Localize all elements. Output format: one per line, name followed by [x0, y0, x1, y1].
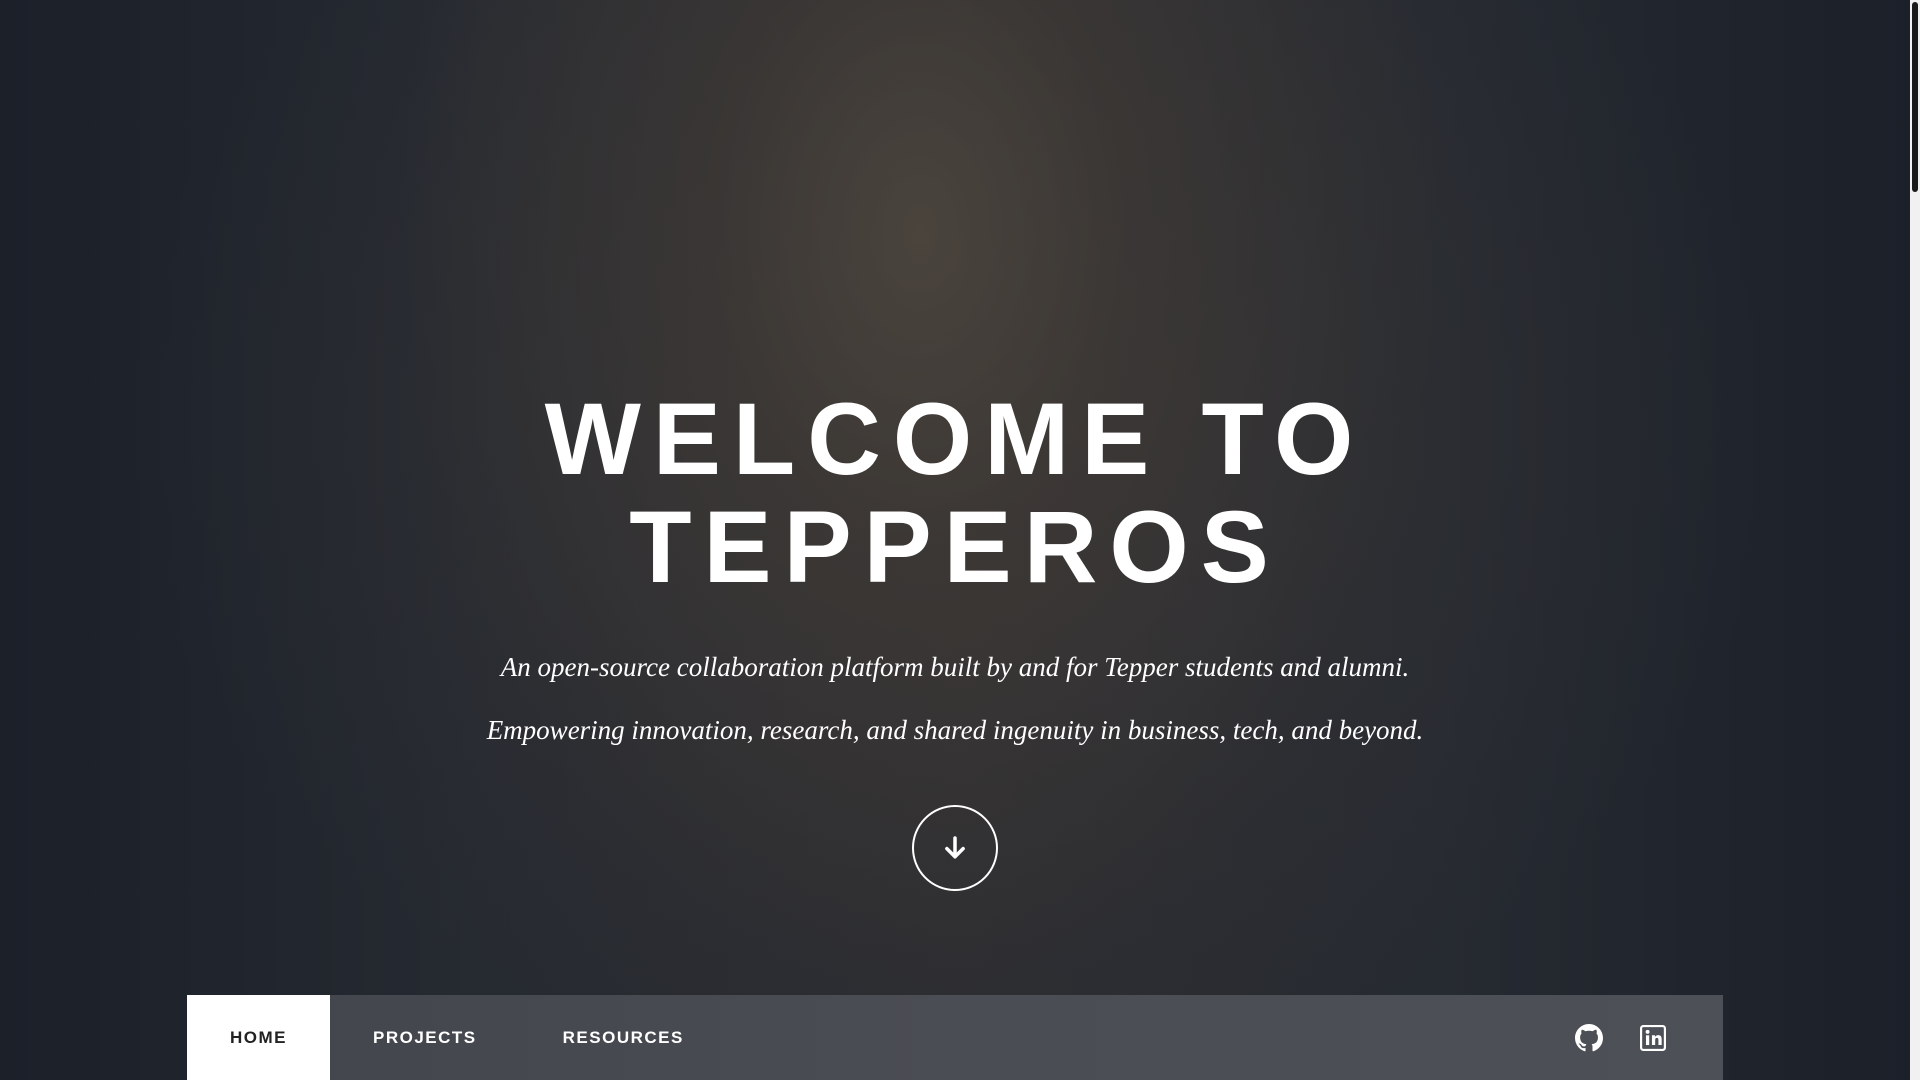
linkedin-icon — [1640, 1024, 1666, 1051]
scroll-down-button[interactable] — [912, 805, 998, 891]
linkedin-link[interactable] — [1621, 995, 1685, 1080]
nav-item-resources[interactable]: RESOURCES — [520, 995, 727, 1080]
hero-tagline-1: An open-source collaboration platform bu… — [500, 652, 1410, 682]
hero-title-line-1: WELCOME TO — [544, 382, 1366, 496]
nav-item-home[interactable]: HOME — [187, 995, 330, 1080]
page-scrollbar[interactable] — [1910, 0, 1920, 1080]
page-content: WELCOME TO TEPPEROS An open-source colla… — [0, 0, 1910, 1080]
arrow-down-icon — [945, 836, 965, 859]
hero-tagline-2: Empowering innovation, research, and sha… — [486, 715, 1424, 745]
scrollbar-thumb[interactable] — [1912, 2, 1918, 192]
hero-title: WELCOME TO TEPPEROS — [0, 385, 1910, 601]
github-icon — [1575, 1023, 1603, 1051]
nav-item-projects[interactable]: PROJECTS — [330, 995, 520, 1080]
hero-title-line-2: TEPPEROS — [629, 490, 1281, 604]
github-link[interactable] — [1557, 995, 1621, 1080]
main-navbar: HOME PROJECTS RESOURCES — [187, 995, 1723, 1080]
